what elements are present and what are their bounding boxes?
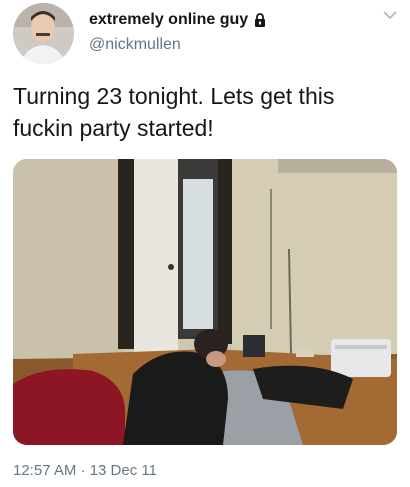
tweet-text: Turning 23 tonight. Lets get this fuckin… [13, 83, 335, 141]
display-name[interactable]: extremely online guy [89, 11, 266, 29]
tweet-timestamp[interactable]: 12:57 AM · 13 Dec 11 [13, 462, 157, 479]
chevron-down-icon[interactable] [383, 10, 397, 20]
avatar[interactable] [13, 3, 74, 64]
display-name-text: extremely online guy [89, 11, 249, 28]
tweet-card: extremely online guy @nickmullen Turning… [0, 0, 410, 487]
lock-icon [255, 13, 266, 27]
avatar-image [13, 3, 74, 64]
user-handle[interactable]: @nickmullen [89, 36, 181, 54]
tweet-photo[interactable] [13, 159, 397, 445]
photo-image [13, 159, 397, 445]
